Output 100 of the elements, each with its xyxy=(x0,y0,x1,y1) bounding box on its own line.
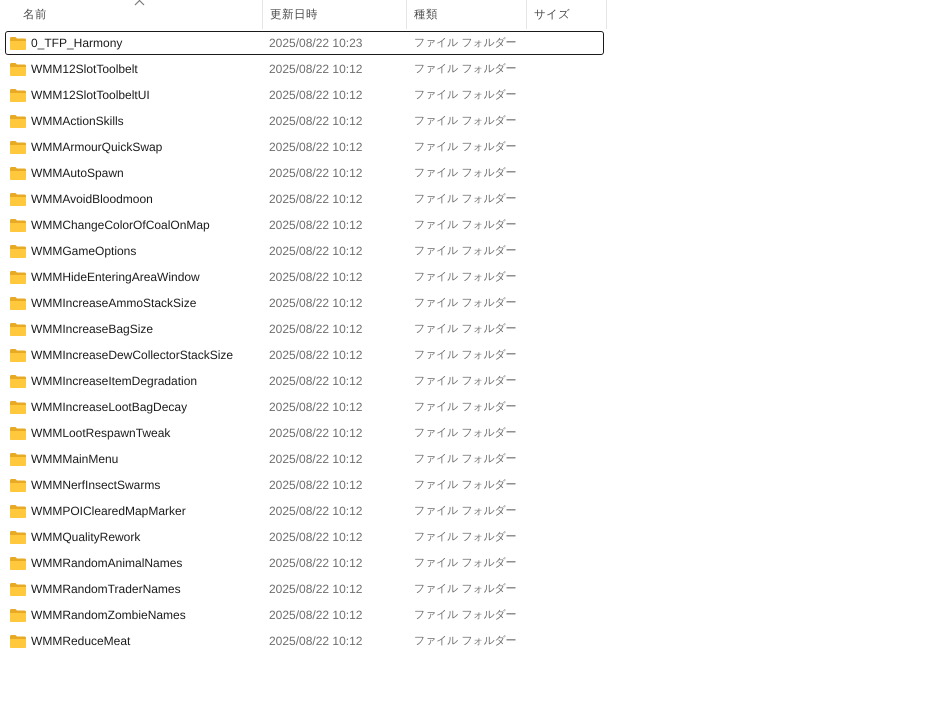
file-type: ファイル フォルダー xyxy=(414,138,516,155)
file-row[interactable]: WMMRandomTraderNames 2025/08/22 10:12 ファイル フォルダー xyxy=(5,577,604,601)
file-type: ファイル フォルダー xyxy=(414,86,516,103)
file-name: WMMIncreaseItemDegradation xyxy=(31,373,198,390)
column-header[interactable]: 名前 xyxy=(0,0,263,29)
folder-icon xyxy=(10,478,26,492)
file-row[interactable]: WMMRandomZombieNames 2025/08/22 10:12 ファイル フォルダー xyxy=(5,603,604,627)
modified-date: 2025/08/22 10:12 xyxy=(269,451,362,468)
modified-date: 2025/08/22 10:12 xyxy=(269,87,362,104)
file-name: WMMChangeColorOfCoalOnMap xyxy=(31,217,210,234)
file-type: ファイル フォルダー xyxy=(414,398,516,415)
folder-icon xyxy=(10,218,26,232)
modified-date: 2025/08/22 10:12 xyxy=(269,191,362,208)
file-row[interactable]: WMMArmourQuickSwap 2025/08/22 10:12 ファイル フォルダー xyxy=(5,135,604,159)
column-header[interactable]: 更新日時 xyxy=(263,0,407,29)
file-type: ファイル フォルダー xyxy=(414,112,516,129)
modified-date: 2025/08/22 10:12 xyxy=(269,477,362,494)
file-row[interactable]: WMMChangeColorOfCoalOnMap 2025/08/22 10:12 ファイル フォルダー xyxy=(5,213,604,237)
file-name: WMMLootRespawnTweak xyxy=(31,425,170,442)
column-header[interactable]: 種類 xyxy=(407,0,527,29)
file-type: ファイル フォルダー xyxy=(414,580,516,597)
file-row[interactable]: WMMMainMenu 2025/08/22 10:12 ファイル フォルダー xyxy=(5,447,604,471)
file-row[interactable]: WMMIncreaseAmmoStackSize 2025/08/22 10:12 ファイル フォルダー xyxy=(5,291,604,315)
folder-icon xyxy=(10,530,26,544)
file-row[interactable]: WMMGameOptions 2025/08/22 10:12 ファイル フォルダー xyxy=(5,239,604,263)
modified-date: 2025/08/22 10:23 xyxy=(269,35,362,52)
file-type: ファイル フォルダー xyxy=(414,632,516,649)
folder-icon xyxy=(10,582,26,596)
folder-icon xyxy=(10,270,26,284)
file-type: ファイル フォルダー xyxy=(414,164,516,181)
file-name: WMMIncreaseBagSize xyxy=(31,321,154,338)
file-type: ファイル フォルダー xyxy=(414,502,516,519)
file-row[interactable]: WMMAutoSpawn 2025/08/22 10:12 ファイル フォルダー xyxy=(5,161,604,185)
file-row[interactable]: WMMReduceMeat 2025/08/22 10:12 ファイル フォルダー xyxy=(5,629,604,653)
folder-icon xyxy=(10,634,26,648)
modified-date: 2025/08/22 10:12 xyxy=(269,529,362,546)
file-type: ファイル フォルダー xyxy=(414,554,516,571)
folder-icon xyxy=(10,88,26,102)
modified-date: 2025/08/22 10:12 xyxy=(269,269,362,286)
file-type: ファイル フォルダー xyxy=(414,372,516,389)
file-row[interactable]: WMMRandomAnimalNames 2025/08/22 10:12 ファイル フォルダー xyxy=(5,551,604,575)
file-name: WMMNerfInsectSwarms xyxy=(31,477,160,494)
folder-icon xyxy=(10,400,26,414)
file-row[interactable]: WMMIncreaseBagSize 2025/08/22 10:12 ファイル フォルダー xyxy=(5,317,604,341)
file-name: 0_TFP_Harmony xyxy=(31,35,122,52)
folder-icon xyxy=(10,140,26,154)
file-row[interactable]: WMMHideEnteringAreaWindow 2025/08/22 10:12 ファイル フォルダー xyxy=(5,265,604,289)
column-header[interactable]: サイズ xyxy=(527,0,607,29)
file-row[interactable]: WMMActionSkills 2025/08/22 10:12 ファイル フォルダー xyxy=(5,109,604,133)
file-name: WMMRandomTraderNames xyxy=(31,581,181,598)
file-row[interactable]: WMMAvoidBloodmoon 2025/08/22 10:12 ファイル フォルダー xyxy=(5,187,604,211)
file-row[interactable]: WMMIncreaseDewCollectorStackSize 2025/08/22 10:12 ファイル フォルダー xyxy=(5,343,604,367)
file-row[interactable]: WMM12SlotToolbeltUI 2025/08/22 10:12 ファイル フォルダー xyxy=(5,83,604,107)
file-name: WMMIncreaseDewCollectorStackSize xyxy=(31,347,234,364)
file-row[interactable]: WMMQualityRework 2025/08/22 10:12 ファイル フォルダー xyxy=(5,525,604,549)
file-name: WMMGameOptions xyxy=(31,243,136,260)
file-type: ファイル フォルダー xyxy=(414,424,516,441)
file-name: WMMActionSkills xyxy=(31,113,124,130)
file-name: WMMRandomZombieNames xyxy=(31,607,186,624)
modified-date: 2025/08/22 10:12 xyxy=(269,295,362,312)
file-type: ファイル フォルダー xyxy=(414,450,516,467)
folder-icon xyxy=(10,426,26,440)
file-name: WMMReduceMeat xyxy=(31,633,130,650)
modified-date: 2025/08/22 10:12 xyxy=(269,347,362,364)
file-type: ファイル フォルダー xyxy=(414,606,516,623)
file-name: WMMQualityRework xyxy=(31,529,140,546)
file-row[interactable]: WMMIncreaseLootBagDecay 2025/08/22 10:12 ファイル フォルダー xyxy=(5,395,604,419)
file-name: WMM12SlotToolbelt xyxy=(31,61,138,78)
file-type: ファイル フォルダー xyxy=(414,294,516,311)
file-row[interactable]: 0_TFP_Harmony 2025/08/22 10:23 ファイル フォルダー xyxy=(5,31,604,55)
modified-date: 2025/08/22 10:12 xyxy=(269,113,362,130)
folder-icon xyxy=(10,374,26,388)
file-type: ファイル フォルダー xyxy=(414,60,516,77)
folder-icon xyxy=(10,504,26,518)
modified-date: 2025/08/22 10:12 xyxy=(269,217,362,234)
folder-icon xyxy=(10,244,26,258)
file-row[interactable]: WMMPOIClearedMapMarker 2025/08/22 10:12 ファイル フォルダー xyxy=(5,499,604,523)
file-type: ファイル フォルダー xyxy=(414,476,516,493)
modified-date: 2025/08/22 10:12 xyxy=(269,555,362,572)
folder-icon xyxy=(10,322,26,336)
file-type: ファイル フォルダー xyxy=(414,216,516,233)
file-row[interactable]: WMMIncreaseItemDegradation 2025/08/22 10:12 ファイル フォルダー xyxy=(5,369,604,393)
file-name: WMM12SlotToolbeltUI xyxy=(31,87,150,104)
folder-icon xyxy=(10,166,26,180)
file-name: WMMHideEnteringAreaWindow xyxy=(31,269,200,286)
file-name: WMMMainMenu xyxy=(31,451,118,468)
file-name: WMMAutoSpawn xyxy=(31,165,124,182)
file-type: ファイル フォルダー xyxy=(414,242,516,259)
file-name: WMMRandomAnimalNames xyxy=(31,555,182,572)
modified-date: 2025/08/22 10:12 xyxy=(269,399,362,416)
file-row[interactable]: WMMNerfInsectSwarms 2025/08/22 10:12 ファイル フォルダー xyxy=(5,473,604,497)
folder-icon xyxy=(10,348,26,362)
folder-icon xyxy=(10,556,26,570)
file-name: WMMPOIClearedMapMarker xyxy=(31,503,186,520)
file-row[interactable]: WMMLootRespawnTweak 2025/08/22 10:12 ファイル フォルダー xyxy=(5,421,604,445)
modified-date: 2025/08/22 10:12 xyxy=(269,243,362,260)
file-type: ファイル フォルダー xyxy=(414,346,516,363)
file-row[interactable]: WMM12SlotToolbelt 2025/08/22 10:12 ファイル フォルダー xyxy=(5,57,604,81)
modified-date: 2025/08/22 10:12 xyxy=(269,165,362,182)
modified-date: 2025/08/22 10:12 xyxy=(269,373,362,390)
